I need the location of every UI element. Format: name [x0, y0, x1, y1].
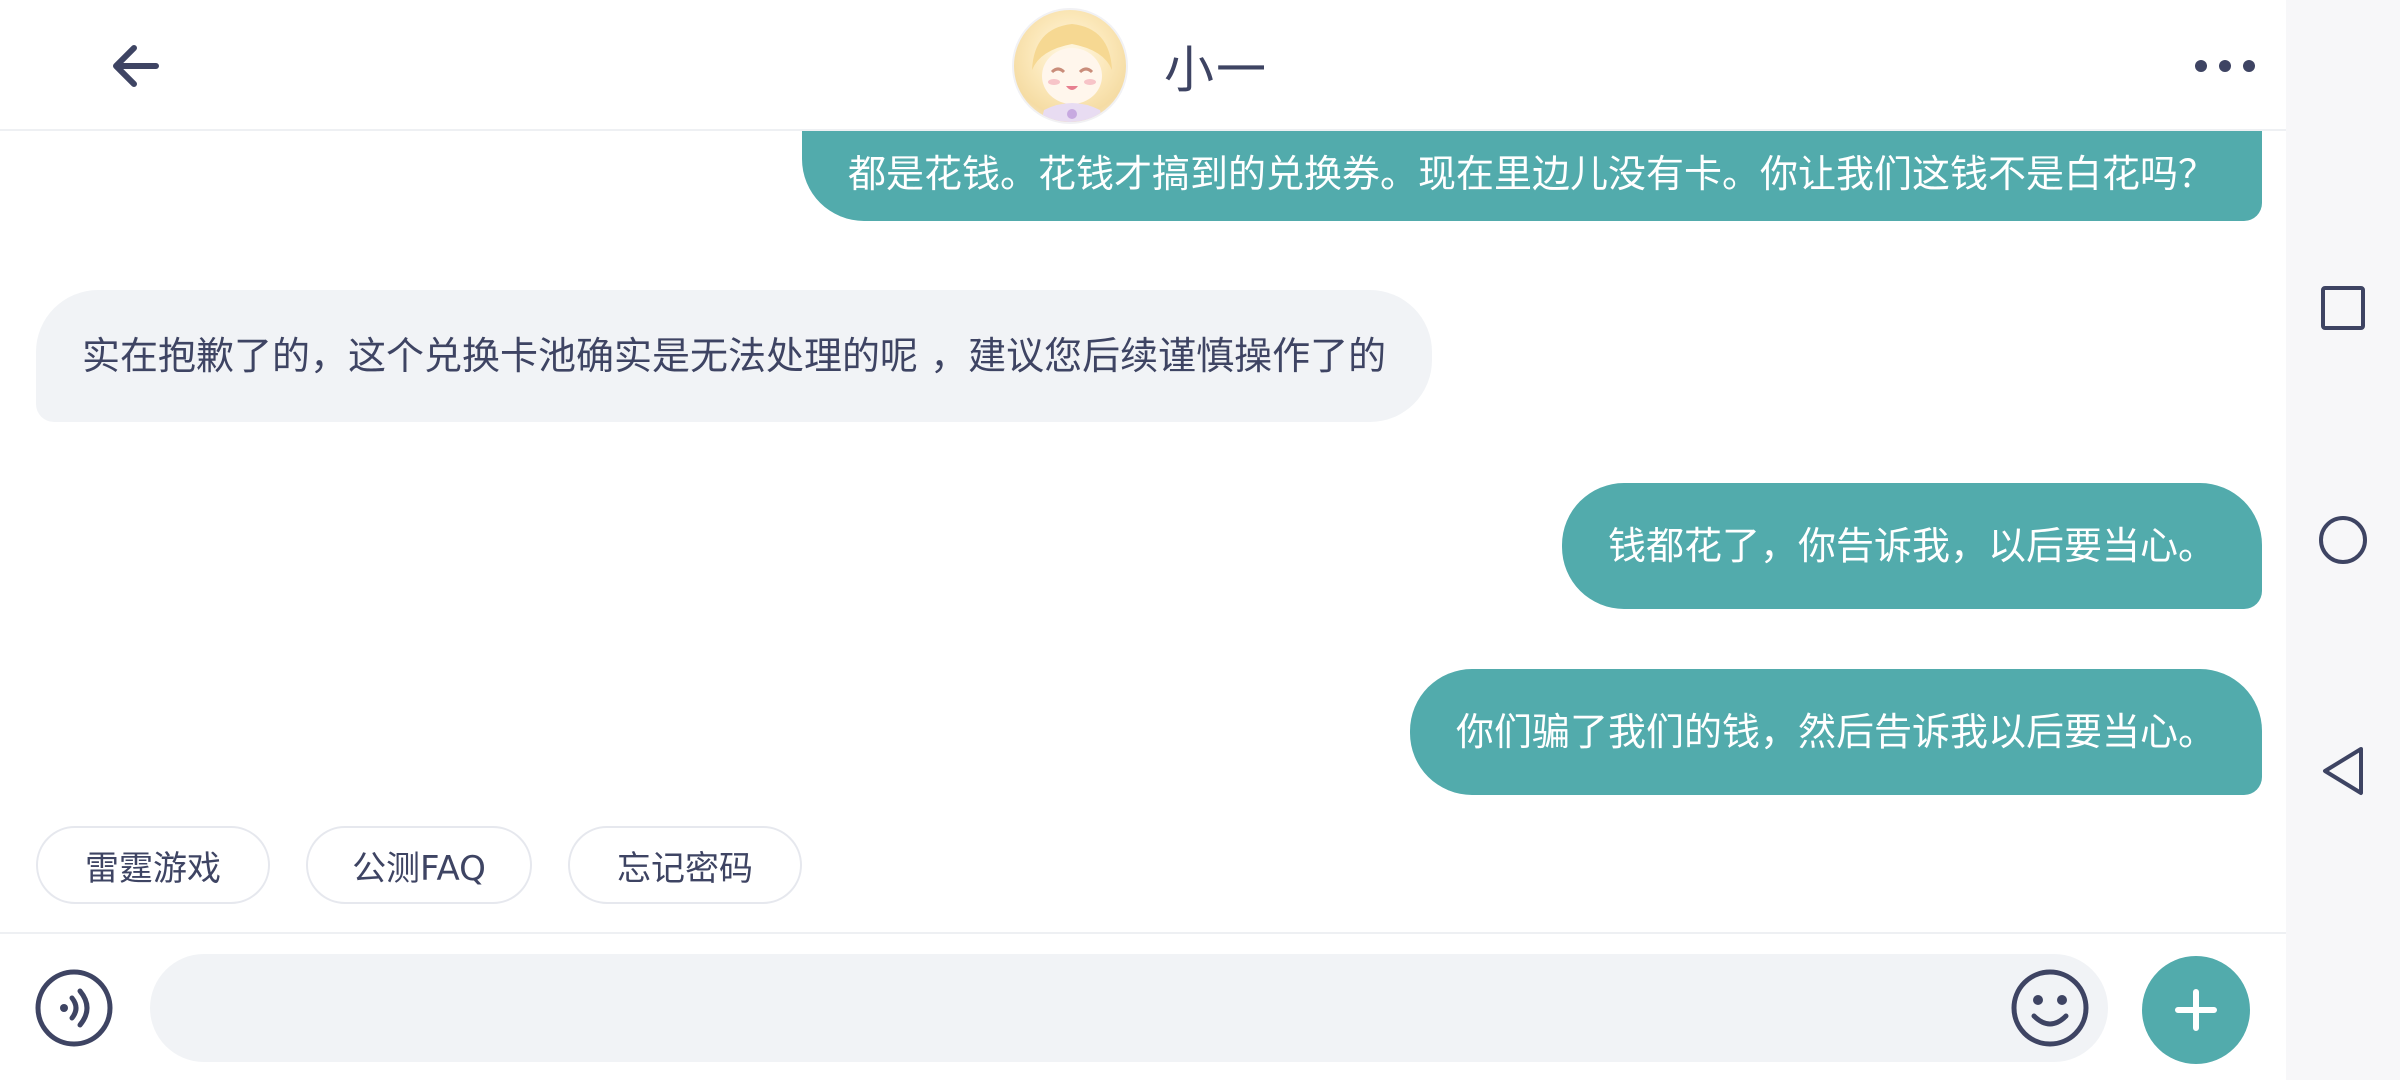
outgoing-message[interactable]: 钱都花了，你告诉我，以后要当心。 — [1561, 483, 2262, 609]
arrow-left-icon — [113, 45, 159, 87]
voice-icon — [35, 969, 113, 1047]
more-options-button[interactable] — [2190, 46, 2260, 86]
quick-reply-chip[interactable]: 公测FAQ — [306, 826, 532, 904]
message-input-wrapper — [150, 954, 2108, 1062]
avatar[interactable] — [1012, 8, 1128, 124]
system-back-button[interactable] — [2314, 742, 2372, 800]
anime-avatar-icon — [1032, 24, 1112, 122]
home-icon — [2319, 516, 2367, 564]
more-horizontal-icon — [2195, 60, 2255, 72]
home-button[interactable] — [2314, 511, 2372, 569]
back-icon — [2323, 747, 2363, 795]
chat-screen: 小一 都是花钱。花钱才搞到的兑换券。现在里边儿没有卡。你让我们这钱不是白花吗？ … — [0, 0, 2286, 1080]
recent-apps-icon — [2321, 286, 2365, 330]
voice-input-button[interactable] — [34, 968, 114, 1048]
page-title: 小一 — [1164, 41, 1268, 99]
emoji-icon — [2011, 969, 2089, 1047]
message-list[interactable]: 都是花钱。花钱才搞到的兑换券。现在里边儿没有卡。你让我们这钱不是白花吗？ 实在抱… — [0, 131, 2286, 931]
incoming-message[interactable]: 实在抱歉了的，这个兑换卡池确实是无法处理的呢 ，建议您后续谨慎操作了的 — [36, 290, 1433, 422]
outgoing-message[interactable]: 你们骗了我们的钱，然后告诉我以后要当心。 — [1409, 669, 2262, 795]
chat-title-group: 小一 — [1012, 8, 1268, 124]
plus-icon — [2175, 989, 2217, 1031]
system-navigation-bar — [2286, 0, 2400, 1080]
emoji-button[interactable] — [2010, 968, 2090, 1048]
back-button[interactable] — [100, 34, 170, 98]
recent-apps-button[interactable] — [2314, 279, 2372, 337]
outgoing-message[interactable]: 都是花钱。花钱才搞到的兑换券。现在里边儿没有卡。你让我们这钱不是白花吗？ — [801, 131, 2262, 221]
quick-reply-chip[interactable]: 雷霆游戏 — [36, 826, 270, 904]
chat-header: 小一 — [0, 0, 2286, 131]
quick-reply-chip[interactable]: 忘记密码 — [568, 826, 802, 904]
add-attachment-button[interactable] — [2142, 956, 2250, 1064]
message-input[interactable] — [190, 954, 2010, 1062]
composer-bar — [0, 932, 2286, 1080]
